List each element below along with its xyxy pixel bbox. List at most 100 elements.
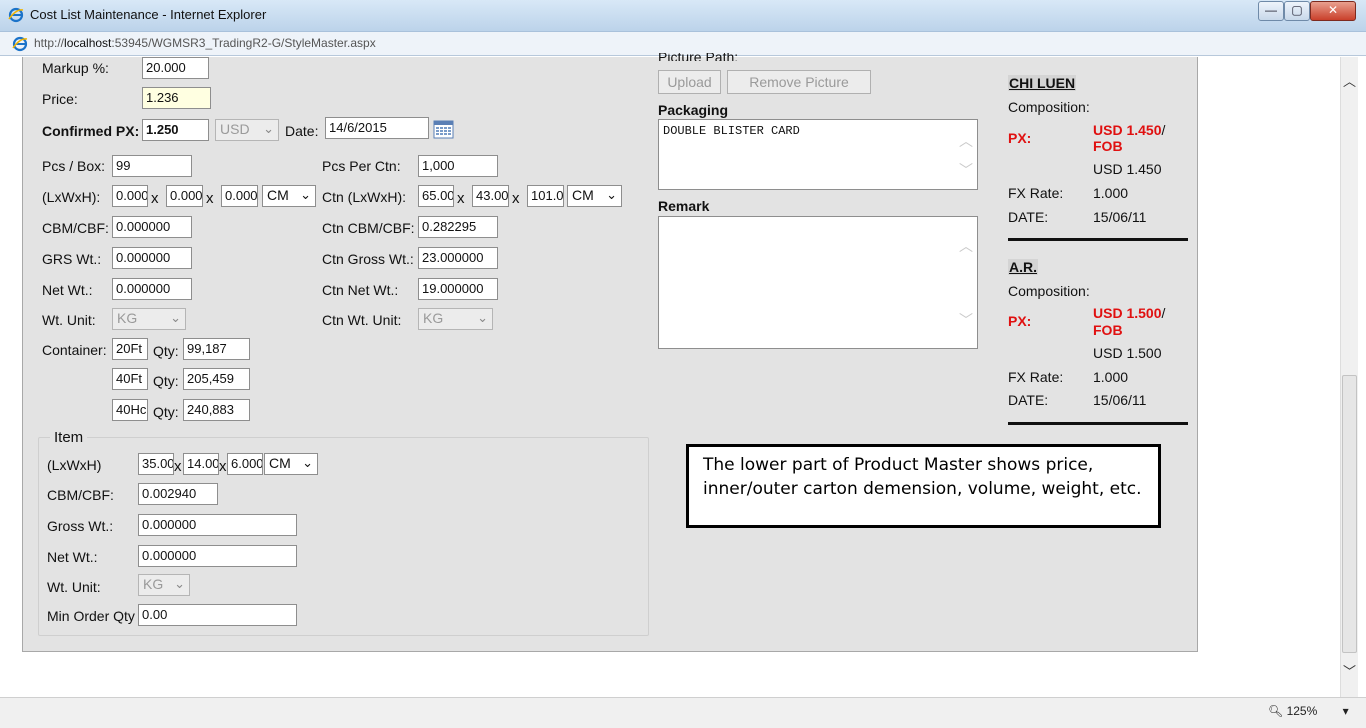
ctn-cbm-input[interactable]: 0.282295 [418,216,498,238]
chevron-down-icon: ⌄ [170,310,181,325]
ctn-unit-select[interactable]: CM ⌄ [567,185,622,207]
date-label: DATE: [1008,209,1049,225]
scroll-down-icon[interactable]: ﹀ [1341,663,1358,681]
chevron-down-icon: ⌄ [300,187,311,202]
markup-label: Markup %: [42,60,109,76]
pcs-box-input[interactable]: 99 [112,155,192,177]
grs-wt-input[interactable]: 0.000000 [112,247,192,269]
upload-button[interactable]: Upload [658,70,721,94]
container-qty-input[interactable]: 240,883 [183,399,250,421]
window-titlebar: Cost List Maintenance - Internet Explore… [0,0,1366,32]
zoom-control[interactable]: 🔍︎ 125% ▾ [1268,704,1349,718]
chevron-down-icon[interactable]: ▾ [1343,704,1349,718]
packaging-label: Packaging [658,102,729,118]
currency-select[interactable]: USD ⌄ [215,119,279,141]
date-value: 15/06/11 [1093,209,1147,225]
fx-rate-value: 1.000 [1093,369,1129,385]
packaging-textarea[interactable]: DOUBLE BLISTER CARD [658,119,978,190]
item-net-wt-label: Net Wt.: [47,549,98,565]
item-lwh-label: (LxWxH) [47,457,102,473]
item-length-input[interactable]: 35.00 [138,453,174,475]
scrollbar-thumb[interactable] [1342,375,1357,653]
ctn-wt-unit-label: Ctn Wt. Unit: [322,312,402,328]
page-scrollbar[interactable]: ︿ ﹀ [1340,57,1358,697]
ctn-wt-unit-value: KG [423,310,444,326]
date-value: 15/06/11 [1093,392,1147,408]
url-prefix: http:// [34,36,65,50]
container-type-input[interactable]: 40Hc [112,399,148,421]
scroll-up-icon[interactable]: ︿ [957,236,975,256]
scroll-up-icon[interactable]: ︿ [1341,73,1358,91]
scroll-down-icon[interactable]: ﹀ [957,160,975,180]
item-height-input[interactable]: 6.000 [227,453,263,475]
scroll-down-icon[interactable]: ﹀ [957,310,975,330]
window-title: Cost List Maintenance - Internet Explore… [30,7,267,22]
min-order-qty-input[interactable]: 0.00 [138,604,297,626]
net-wt-input[interactable]: 0.000000 [112,278,192,300]
item-unit-value: CM [269,455,291,471]
price-input[interactable]: 1.236 [142,87,211,109]
item-unit-select[interactable]: CM ⌄ [264,453,318,475]
ctn-net-wt-input[interactable]: 19.000000 [418,278,498,300]
times-sign: x [174,458,182,475]
px-slash: / [1161,122,1166,138]
composition-label: Composition: [1008,99,1090,115]
confirmed-px-label: Confirmed PX: [42,123,140,139]
ctn-gross-wt-label: Ctn Gross Wt.: [322,251,414,267]
inner-cbm-input[interactable]: 0.000000 [112,216,192,238]
times-sign: x [151,190,159,207]
remove-picture-button[interactable]: Remove Picture [727,70,871,94]
remark-label: Remark [658,198,710,214]
confirmed-px-input[interactable]: 1.250 [142,119,209,141]
item-cbm-label: CBM/CBF: [47,487,114,503]
item-width-input[interactable]: 14.00 [183,453,219,475]
item-wt-unit-value: KG [143,576,164,592]
inner-length-input[interactable]: 0.000 [112,185,148,207]
ctn-height-input[interactable]: 101.0 [527,185,564,207]
container-type-input[interactable]: 40Ft [112,368,148,390]
container-qty-input[interactable]: 99,187 [183,338,250,360]
supplier-name[interactable]: A.R. [1008,259,1038,275]
fx-rate-value: 1.000 [1093,185,1129,201]
inner-unit-select[interactable]: CM ⌄ [262,185,316,207]
container-qty-input[interactable]: 205,459 [183,368,250,390]
markup-input[interactable]: 20.000 [142,57,209,79]
qty-label: Qty: [153,373,179,389]
divider [1008,238,1188,241]
wt-unit-select[interactable]: KG ⌄ [112,308,186,330]
px-value: USD 1.500 [1093,305,1162,321]
chevron-down-icon: ⌄ [477,310,488,325]
item-wt-unit-select[interactable]: KG ⌄ [138,574,190,596]
container-type-input[interactable]: 20Ft [112,338,148,360]
item-legend: Item [50,429,88,446]
minimize-button[interactable]: — [1258,1,1284,21]
price-label: Price: [42,91,78,107]
zoom-icon: 🔍︎ [1268,704,1284,718]
date-input[interactable]: 14/6/2015 [325,117,429,139]
qty-label: Qty: [153,343,179,359]
item-cbm-input[interactable]: 0.002940 [138,483,218,505]
ctn-gross-wt-input[interactable]: 23.000000 [418,247,498,269]
page-icon [12,36,28,52]
ctn-wt-unit-select[interactable]: KG ⌄ [418,308,493,330]
ctn-width-input[interactable]: 43.00 [472,185,509,207]
item-net-wt-input[interactable]: 0.000000 [138,545,297,567]
inner-width-input[interactable]: 0.000 [166,185,203,207]
pcs-per-ctn-input[interactable]: 1,000 [418,155,498,177]
supplier-name[interactable]: CHI LUEN [1008,75,1077,91]
px-slash: / [1161,305,1166,321]
ctn-lwh-label: Ctn (LxWxH): [322,189,406,205]
inner-height-input[interactable]: 0.000 [221,185,258,207]
close-button[interactable]: ✕ [1310,1,1356,21]
url-text[interactable]: http://localhost:53945/WGMSR3_TradingR2-… [34,36,376,50]
container-label: Container: [42,342,107,358]
remark-textarea[interactable] [658,216,978,349]
item-gross-wt-input[interactable]: 0.000000 [138,514,297,536]
wt-unit-label: Wt. Unit: [42,312,96,328]
scroll-up-icon[interactable]: ︿ [957,131,975,151]
item-gross-wt-label: Gross Wt.: [47,518,114,534]
calendar-icon[interactable] [433,119,454,139]
ctn-length-input[interactable]: 65.00 [418,185,454,207]
maximize-button[interactable]: ▢ [1284,1,1310,21]
currency-value: USD [220,121,250,137]
